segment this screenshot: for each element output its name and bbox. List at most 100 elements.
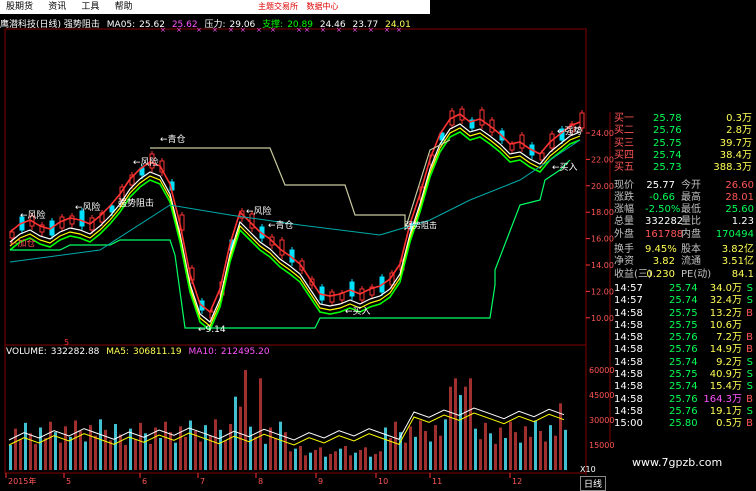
tick-volume: 13.2万 <box>709 307 742 319</box>
tick-price: 25.75 <box>669 307 698 319</box>
volume-bar <box>84 441 87 470</box>
quote-value2: 1.23 <box>731 216 754 228</box>
volume-bar <box>224 440 227 470</box>
ma05-label: MA05: <box>106 20 136 30</box>
volume-bar <box>314 450 317 470</box>
tick-price: 25.74 <box>669 381 698 393</box>
order-book-price: 25.73 <box>653 162 682 174</box>
tick-side: B <box>746 344 753 356</box>
volume-bar <box>149 443 152 470</box>
order-book-label: 买一 <box>614 113 634 124</box>
volume-bar <box>199 441 202 470</box>
volume-bar <box>439 435 442 470</box>
volume-bar <box>374 454 377 470</box>
order-book-volume: 39.7万 <box>719 137 752 149</box>
order-book-volume: 38.4万 <box>719 149 752 161</box>
menu-item-tools[interactable]: 工具 <box>75 0 105 14</box>
quote-value2: 25.60 <box>725 204 754 216</box>
quote-row: 外盘 161788 内盘 170494 <box>611 229 756 241</box>
quote-value2: 28.01 <box>725 191 754 203</box>
x-axis-label: 2015年 <box>8 476 36 486</box>
volume-bar <box>219 429 222 470</box>
volume-bar <box>359 450 362 470</box>
tick-side: S <box>746 369 753 380</box>
volume-bar <box>489 433 492 470</box>
candle-body <box>349 281 355 297</box>
order-book-row: 买三 25.75 39.7万 <box>611 138 756 150</box>
volume-bar <box>274 438 277 470</box>
x-axis-label: 11 <box>432 477 442 486</box>
quote-key: 现价 <box>614 179 634 191</box>
annotation-risk: ←风险 <box>20 209 46 221</box>
tick-side: B <box>746 418 753 430</box>
stats-key2: PE(动) <box>681 268 712 280</box>
ma05-value2: 25.62 <box>171 20 198 30</box>
volume-bar <box>329 454 332 470</box>
volume-bar <box>124 445 127 470</box>
annotation-buy: ←买入 <box>552 162 578 173</box>
volume-bar <box>34 443 37 470</box>
volume-bar <box>364 447 367 470</box>
stats-key2: 股本 <box>681 244 701 255</box>
menu-link-data[interactable]: 数据中心 <box>307 2 339 11</box>
volume-bar <box>109 440 112 470</box>
annotation-risk: ←风险 <box>246 205 272 217</box>
volume-bar <box>99 419 102 470</box>
tick-row: 14:58 25.75 40.9万 S <box>611 369 756 381</box>
quote-panel: 买一 25.78 0.3万 买二 25.76 2.8万 买三 25.75 39.7万 买四 25.7… <box>611 112 756 442</box>
order-book-label: 买五 <box>614 162 634 174</box>
candle-body <box>479 109 485 126</box>
quote-value: -0.66 <box>649 191 675 203</box>
tick-time: 14:58 <box>614 319 643 331</box>
menu-item-help[interactable]: 帮助 <box>109 0 139 14</box>
order-book-row: 买五 25.73 388.3万 <box>611 162 756 174</box>
tick-row: 14:58 25.76 19.1万 S <box>611 406 756 418</box>
period-tab-day[interactable]: 日线 <box>580 476 607 491</box>
annotation-qingcang: ←青仓 <box>268 219 294 231</box>
volume-bar <box>539 431 542 470</box>
annotation-buy: ←买入 <box>345 306 371 317</box>
volume-bar <box>174 442 177 470</box>
stats-value2: 84.1 <box>731 268 754 280</box>
order-book-price: 25.74 <box>653 149 682 161</box>
menu-item-news[interactable]: 资讯 <box>42 0 72 14</box>
volume-bar <box>394 421 397 470</box>
quote-key2: 最低 <box>681 204 701 216</box>
header-value-2: 23.77 <box>352 20 379 30</box>
tick-row: 14:58 25.75 10.6万 <box>611 320 756 332</box>
order-book-price: 25.75 <box>653 137 682 149</box>
stats-key: 净资 <box>614 256 634 268</box>
annotation-risk: ←风险 <box>75 201 101 213</box>
tick-price: 25.76 <box>669 344 698 356</box>
volume-bar <box>14 428 17 470</box>
candle-body <box>9 231 15 239</box>
quote-value: 161788 <box>645 228 684 240</box>
volume-bar <box>264 443 267 470</box>
volume-bar <box>414 436 417 470</box>
watermark: www.7gpzb.com <box>632 456 723 469</box>
volume-bar <box>74 420 77 470</box>
quote-key2: 量比 <box>681 216 701 228</box>
volume-bar <box>544 441 547 470</box>
volume-bar <box>9 445 12 470</box>
quote-row: 涨幅 -2.50% 最低 25.60 <box>611 204 756 216</box>
volume-bar <box>134 439 137 470</box>
volume-bar <box>514 432 517 470</box>
volume-bar <box>229 424 232 470</box>
volume-bar <box>409 426 412 470</box>
volume-header: VOLUME: 332282.88 MA5: 306811.19 MA10: 2124… <box>6 347 274 357</box>
tick-time: 14:58 <box>614 381 643 393</box>
order-book-label: 买四 <box>614 149 634 161</box>
volume-bar <box>69 436 72 470</box>
x-axis-label: 9 <box>318 477 323 486</box>
tick-price: 25.75 <box>669 319 698 331</box>
x-axis-label: 12 <box>512 477 522 486</box>
menu-item-stock[interactable]: 股期货 <box>0 0 39 14</box>
quote-key: 涨跌 <box>614 191 634 203</box>
volume-bar <box>349 455 352 470</box>
tick-volume: 7.2万 <box>716 332 742 344</box>
menu-link-theme[interactable]: 主题交易所 <box>258 2 298 11</box>
tick-volume: 164.3万 <box>703 393 742 405</box>
candle-body <box>329 291 335 303</box>
tick-row: 14:58 25.76 164.3万 B <box>611 394 756 406</box>
